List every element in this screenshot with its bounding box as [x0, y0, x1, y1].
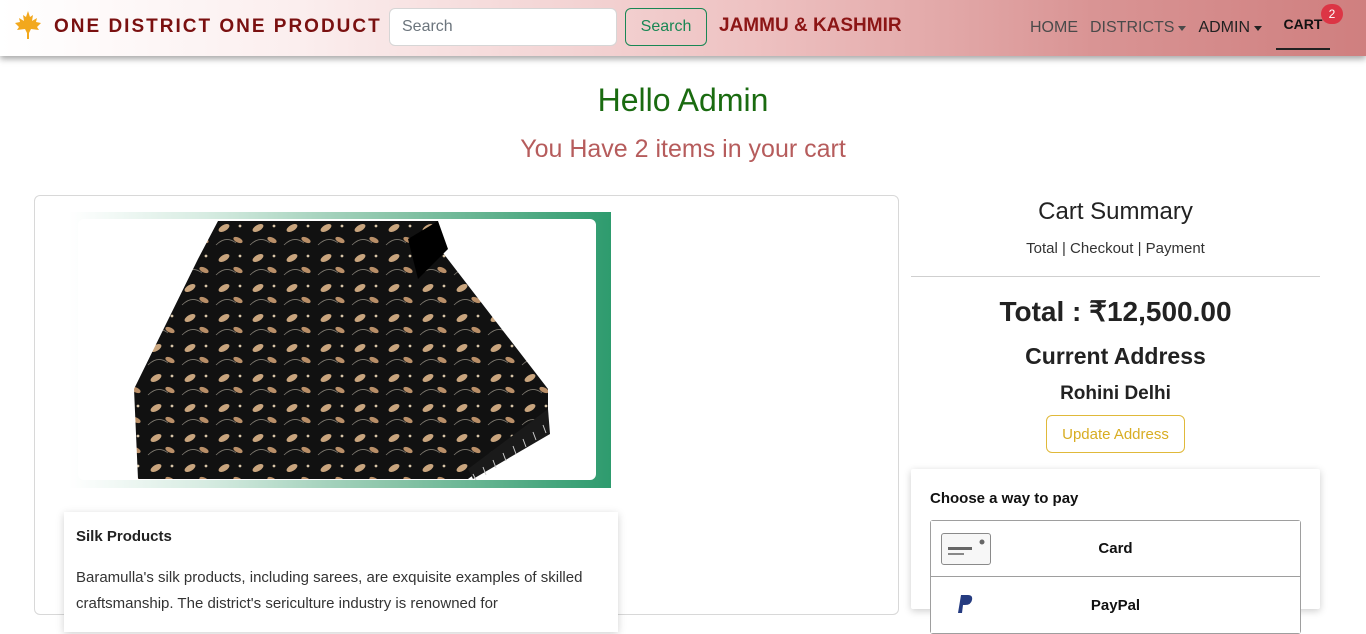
- payment-options: Card PayPal: [930, 520, 1301, 634]
- maple-leaf-icon: [12, 9, 44, 46]
- product-info-card: Silk Products Baramulla's silk products,…: [64, 512, 618, 632]
- product-description: Baramulla's silk products, including sar…: [76, 569, 583, 612]
- pay-option-card[interactable]: Card: [931, 521, 1300, 577]
- paypal-icon: [957, 593, 975, 620]
- search-button[interactable]: Search: [625, 8, 707, 46]
- brand[interactable]: ONE DISTRICT ONE PRODUCT: [12, 10, 382, 44]
- divider: [911, 276, 1320, 277]
- credit-card-icon: [941, 533, 991, 565]
- navbar: ONE DISTRICT ONE PRODUCT Search JAMMU & …: [0, 0, 1366, 56]
- nav-home[interactable]: HOME: [1030, 19, 1078, 37]
- payment-heading: Choose a way to pay: [930, 490, 1079, 507]
- cart-item-card: Silk Products Baramulla's silk products,…: [34, 195, 899, 632]
- nav-links: HOME DISTRICTS ADMIN: [1030, 0, 1274, 56]
- nav-cart-label: CART: [1283, 16, 1323, 32]
- payment-box: Choose a way to pay Card PayPal: [911, 469, 1320, 634]
- current-address: Rohini Delhi: [1060, 383, 1171, 404]
- brand-title: ONE DISTRICT ONE PRODUCT: [54, 16, 382, 37]
- nav-admin-dropdown[interactable]: ADMIN: [1198, 19, 1263, 37]
- nav-admin-label: ADMIN: [1198, 19, 1251, 36]
- summary-title: Cart Summary: [1038, 198, 1193, 225]
- cart-total: Total : ₹12,500.00: [999, 296, 1232, 327]
- search-input[interactable]: [389, 8, 617, 46]
- nav-districts-label: DISTRICTS: [1090, 19, 1175, 36]
- address-heading: Current Address: [1025, 343, 1206, 369]
- update-address-button[interactable]: Update Address: [1046, 415, 1185, 453]
- product-title: Silk Products: [76, 528, 172, 545]
- pay-option-paypal[interactable]: PayPal: [931, 577, 1300, 633]
- greeting-heading: Hello Admin: [597, 82, 769, 118]
- chevron-down-icon: [1178, 25, 1187, 31]
- state-name: JAMMU & KASHMIR: [719, 15, 902, 36]
- cart-item-count: You Have 2 items in your cart: [520, 135, 846, 163]
- nav-home-label: HOME: [1030, 19, 1078, 36]
- nav-districts-dropdown[interactable]: DISTRICTS: [1090, 19, 1187, 37]
- chevron-down-icon: [1254, 25, 1263, 31]
- product-image-frame: [69, 212, 611, 488]
- pay-option-paypal-label: PayPal: [1090, 596, 1141, 614]
- summary-steps: Total | Checkout | Payment: [1026, 240, 1205, 257]
- product-image[interactable]: [78, 219, 596, 480]
- cart-count-badge: 2: [1321, 4, 1343, 24]
